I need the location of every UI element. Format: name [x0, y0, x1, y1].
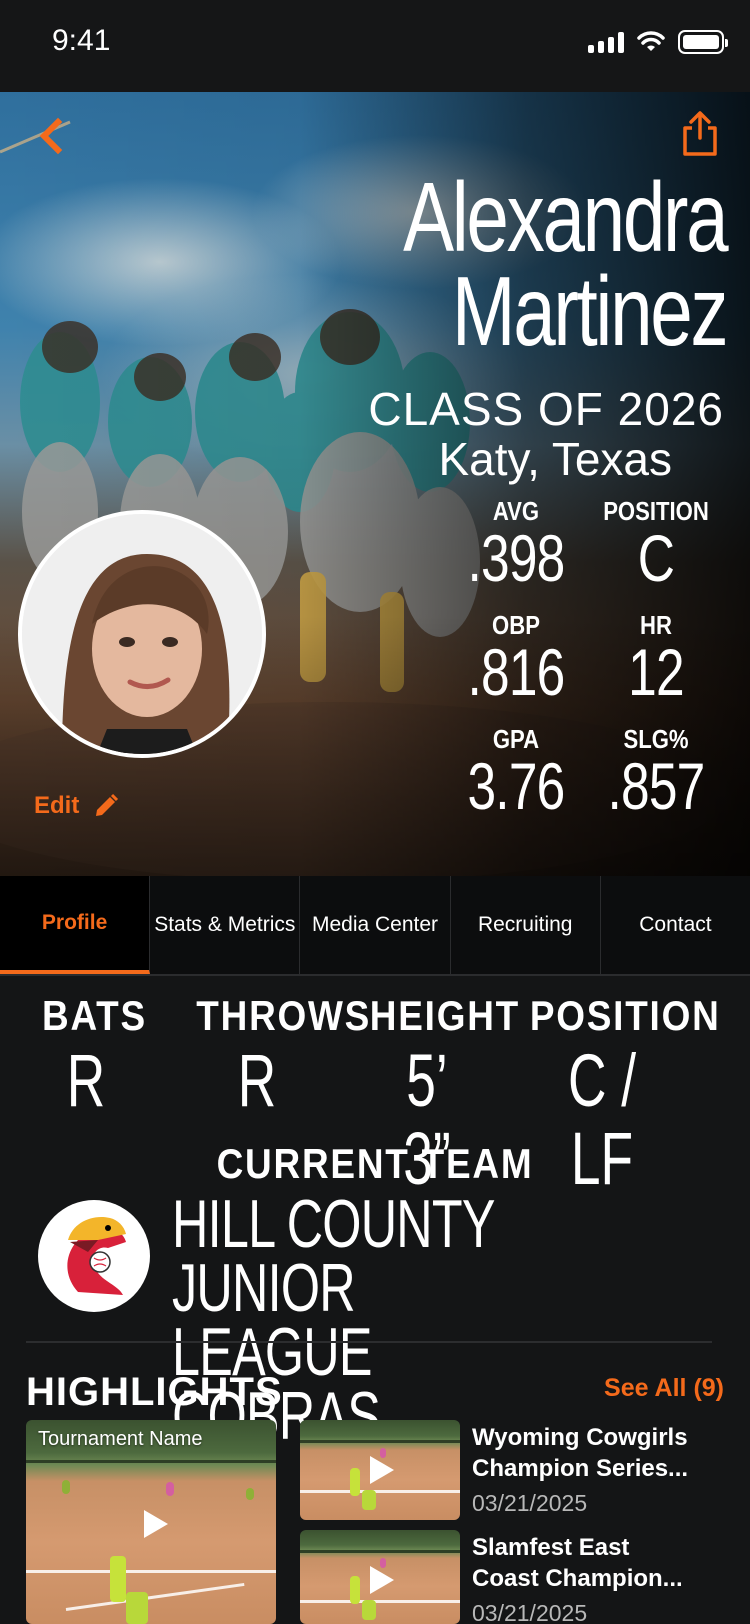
signal-icon — [588, 31, 624, 53]
player-location: Katy, Texas — [438, 433, 672, 485]
player-first-name: Alexandra — [402, 162, 728, 272]
status-icons — [588, 30, 728, 54]
stat-gpa: GPA 3.76 — [467, 724, 565, 823]
play-icon — [144, 1510, 168, 1538]
player-class: CLASS OF 2026 — [368, 383, 724, 435]
stat-obp: OBP .816 — [467, 610, 565, 709]
player-last-name: Martinez — [451, 256, 729, 366]
play-icon — [370, 1566, 394, 1594]
video-title[interactable]: Wyoming Cowgirls Champion Series... — [472, 1422, 742, 1484]
edit-label: Edit — [34, 792, 80, 819]
hero-banner: Alexandra Martinez CLASS OF 2026 Katy, T… — [0, 92, 750, 876]
player-name: Alexandra Martinez — [402, 162, 729, 366]
featured-tournament-label: Tournament Name — [38, 1428, 203, 1450]
highlight-video-thumbnail[interactable] — [300, 1530, 460, 1624]
featured-highlight-video[interactable]: Tournament Name — [26, 1420, 276, 1624]
highlight-video-thumbnail[interactable] — [300, 1420, 460, 1520]
battery-icon — [678, 30, 728, 54]
see-all-link[interactable]: See All (9) — [604, 1374, 724, 1403]
current-team-heading: CURRENT TEAM — [216, 1140, 534, 1187]
stat-slg: SLG% .857 — [607, 724, 705, 823]
tab-media-center[interactable]: Media Center — [300, 876, 451, 974]
tab-contact[interactable]: Contact — [601, 876, 750, 974]
status-bar: 9:41 — [0, 0, 750, 92]
share-icon[interactable] — [680, 110, 720, 158]
tab-stats-metrics[interactable]: Stats & Metrics — [150, 876, 301, 974]
play-icon — [370, 1456, 394, 1484]
video-date: 03/21/2025 — [472, 1600, 588, 1624]
avatar[interactable] — [18, 510, 266, 758]
highlights-title: HIGHLIGHTS — [26, 1370, 283, 1414]
video-title[interactable]: Slamfest East Coast Champion... — [472, 1532, 742, 1594]
status-time: 9:41 — [52, 24, 111, 57]
stat-avg: AVG .398 — [467, 496, 565, 595]
back-chevron-icon[interactable] — [30, 114, 74, 158]
wifi-icon — [637, 31, 665, 51]
stat-hr: HR 12 — [628, 610, 684, 709]
tab-recruiting[interactable]: Recruiting — [451, 876, 601, 974]
profile-tabs: Profile Stats & Metrics Media Center Rec… — [0, 876, 750, 976]
video-date: 03/21/2025 — [472, 1490, 588, 1516]
divider — [26, 1341, 712, 1343]
stat-position: POSITION C — [603, 496, 709, 595]
edit-profile-button[interactable]: Edit — [34, 792, 119, 820]
pencil-icon — [96, 793, 119, 816]
cobra-logo-icon[interactable] — [38, 1200, 150, 1312]
avatar-portrait — [22, 514, 262, 754]
tab-profile[interactable]: Profile — [0, 876, 151, 974]
